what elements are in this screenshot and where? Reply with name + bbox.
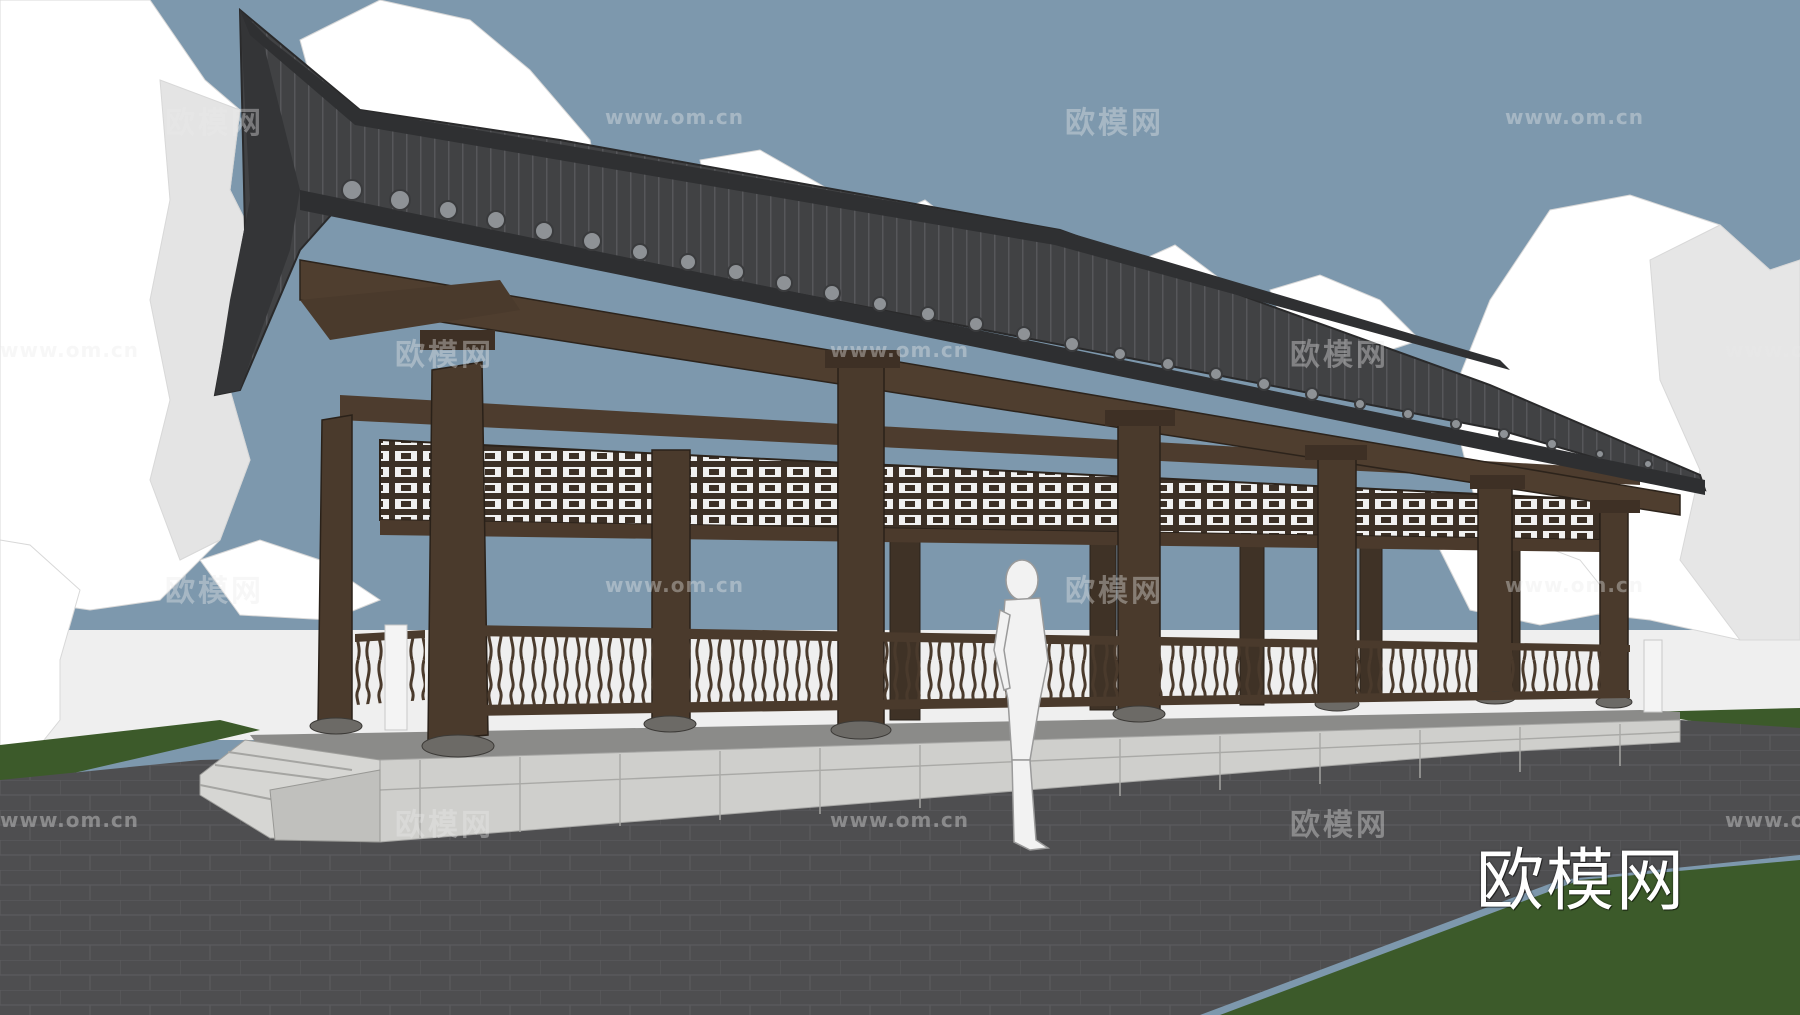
watermark-url: www.om.cn (830, 338, 970, 362)
watermark-url: www.om.cn (1505, 105, 1645, 129)
watermark-brand: 欧模网 (395, 808, 494, 843)
watermark-url: www.om.cn (0, 808, 140, 832)
watermark-brand: 欧模网 (165, 574, 264, 609)
watermark-url: www.om.cn (605, 573, 745, 597)
watermark-url: www.om.cn (1725, 808, 1800, 832)
post-right (1643, 639, 1663, 713)
watermark-url: www.om.cn (1505, 573, 1645, 597)
watermark-brand: 欧模网 (165, 106, 264, 141)
watermark-url: www.om.cn (830, 808, 970, 832)
watermark-brand: 欧模网 (1290, 808, 1389, 843)
post-left (384, 624, 408, 731)
watermark-brand: 欧模网 (395, 338, 494, 373)
watermark-url: www.om.cn (605, 105, 745, 129)
watermark-url: www.om.cn (0, 338, 140, 362)
render-scene: 欧模网 www.om.cn 欧模网 www.om.cn www.om.cn 欧模… (0, 0, 1800, 1015)
watermark-brand: 欧模网 (1290, 338, 1389, 373)
watermark-brand: 欧模网 (1065, 574, 1164, 609)
watermark-brand: 欧模网 (1065, 106, 1164, 141)
watermark-url: www.om.cn (1725, 338, 1800, 362)
brand-logo: 欧模网 (1476, 842, 1687, 921)
